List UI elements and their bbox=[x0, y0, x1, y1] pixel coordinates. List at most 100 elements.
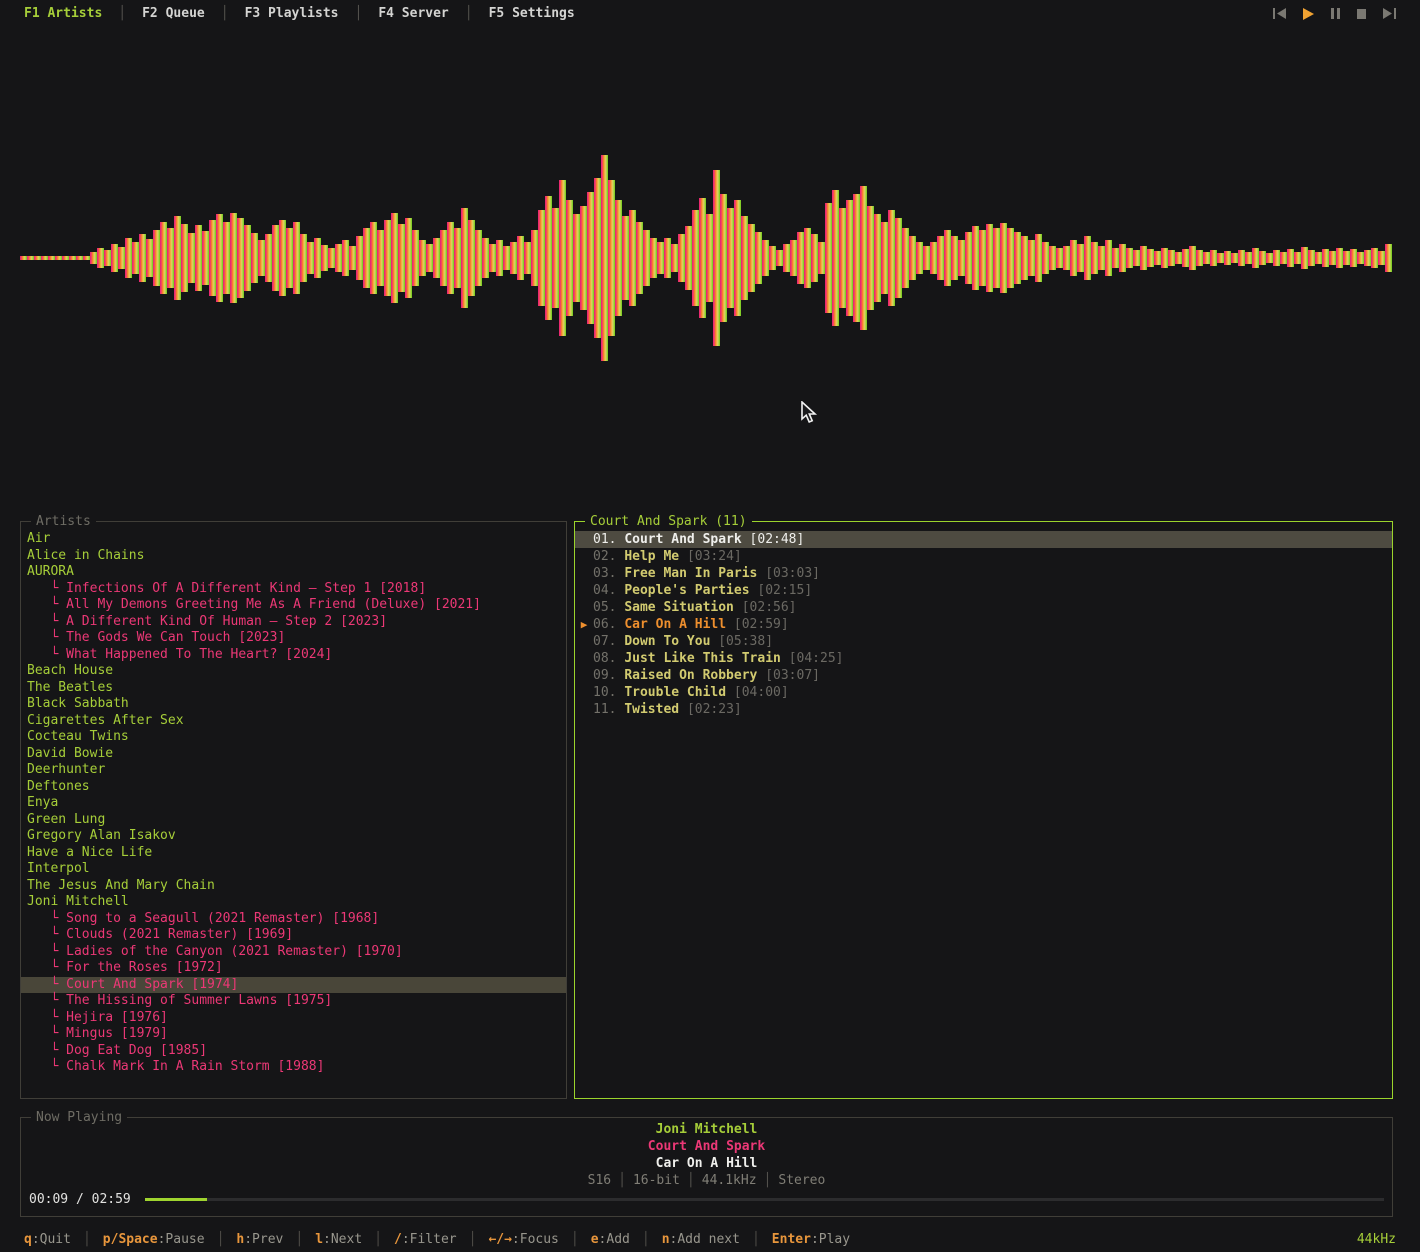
album-label: All My Demons Greeting Me As A Friend (D… bbox=[66, 597, 481, 612]
track-number: 08. bbox=[593, 650, 616, 667]
tab-f3-playlists[interactable]: F3 Playlists bbox=[245, 6, 339, 21]
spacer bbox=[616, 633, 624, 650]
hotkey-action: Next bbox=[331, 1232, 362, 1247]
album-item[interactable]: └ Court And Spark [1974] bbox=[21, 977, 566, 994]
track-row[interactable]: 10. Trouble Child [04:00] bbox=[575, 684, 1392, 701]
artist-item[interactable]: Enya bbox=[21, 795, 566, 812]
album-item[interactable]: └ Hejira [1976] bbox=[21, 1010, 566, 1027]
tab-f1-artists[interactable]: F1 Artists bbox=[24, 6, 102, 21]
artist-item[interactable]: The Jesus And Mary Chain bbox=[21, 878, 566, 895]
marker-spacer bbox=[575, 531, 593, 548]
track-number: 04. bbox=[593, 582, 616, 599]
statusbar-separator: │ bbox=[374, 1232, 382, 1247]
spacer bbox=[616, 667, 624, 684]
album-item[interactable]: └ A Different Kind Of Human – Step 2 [20… bbox=[21, 614, 566, 631]
tab-f2-queue[interactable]: F2 Queue bbox=[142, 6, 205, 21]
artist-item[interactable]: Beach House bbox=[21, 663, 566, 680]
artist-item[interactable]: Air bbox=[21, 531, 566, 548]
hotkey-key: / bbox=[394, 1232, 402, 1247]
mouse-cursor bbox=[800, 401, 818, 425]
artist-item[interactable]: The Beatles bbox=[21, 680, 566, 697]
tree-branch-glyph: └ bbox=[27, 960, 66, 975]
format-separator: │ bbox=[680, 1173, 702, 1188]
album-label: Ladies of the Canyon (2021 Remaster) [19… bbox=[66, 944, 403, 959]
artist-item[interactable]: Joni Mitchell bbox=[21, 894, 566, 911]
track-row[interactable]: 01. Court And Spark [02:48] bbox=[575, 531, 1392, 548]
album-item[interactable]: └ Chalk Mark In A Rain Storm [1988] bbox=[21, 1059, 566, 1076]
artists-panel: Artists AirAlice in ChainsAURORA └ Infec… bbox=[20, 521, 567, 1099]
statusbar-separator: │ bbox=[752, 1232, 760, 1247]
stop-icon[interactable] bbox=[1357, 9, 1366, 19]
tab-f4-server[interactable]: F4 Server bbox=[378, 6, 448, 21]
artist-label: Beach House bbox=[27, 663, 113, 678]
album-label: Hejira [1976] bbox=[66, 1010, 168, 1025]
artist-item[interactable]: Black Sabbath bbox=[21, 696, 566, 713]
hotkey-filter: /:Filter bbox=[394, 1232, 457, 1247]
hotkey-colon: : bbox=[402, 1232, 410, 1247]
now-playing-track: Car On A Hill bbox=[21, 1155, 1392, 1172]
artist-item[interactable]: Green Lung bbox=[21, 812, 566, 829]
track-row[interactable]: 04. People's Parties [02:15] bbox=[575, 582, 1392, 599]
progress-bar[interactable] bbox=[145, 1198, 1384, 1201]
skip-back-icon[interactable] bbox=[1273, 8, 1286, 19]
track-row[interactable]: 02. Help Me [03:24] bbox=[575, 548, 1392, 565]
marker-spacer bbox=[575, 633, 593, 650]
track-row[interactable]: ▶06. Car On A Hill [02:59] bbox=[575, 616, 1392, 633]
track-row[interactable]: 03. Free Man In Paris [03:03] bbox=[575, 565, 1392, 582]
artist-item[interactable]: AURORA bbox=[21, 564, 566, 581]
top-tab-bar: F1 Artists│F2 Queue│F3 Playlists│F4 Serv… bbox=[0, 0, 1420, 27]
album-item[interactable]: └ For the Roses [1972] bbox=[21, 960, 566, 977]
artist-item[interactable]: Have a Nice Life bbox=[21, 845, 566, 862]
hotkey-key: n bbox=[662, 1232, 670, 1247]
tab-f5-settings[interactable]: F5 Settings bbox=[489, 6, 575, 21]
hotkey-action: Filter bbox=[410, 1232, 457, 1247]
track-duration: [03:24] bbox=[687, 548, 742, 565]
spacer bbox=[781, 650, 789, 667]
track-row[interactable]: 09. Raised On Robbery [03:07] bbox=[575, 667, 1392, 684]
play-icon[interactable] bbox=[1303, 8, 1314, 20]
album-item[interactable]: └ Infections Of A Different Kind – Step … bbox=[21, 581, 566, 598]
artist-item[interactable]: Cigarettes After Sex bbox=[21, 713, 566, 730]
tab-separator: │ bbox=[354, 6, 362, 21]
track-number: 02. bbox=[593, 548, 616, 565]
album-item[interactable]: └ Dog Eat Dog [1985] bbox=[21, 1043, 566, 1060]
artist-item[interactable]: Alice in Chains bbox=[21, 548, 566, 565]
artist-item[interactable]: Interpol bbox=[21, 861, 566, 878]
statusbar-separator: │ bbox=[295, 1232, 303, 1247]
album-item[interactable]: └ Song to a Seagull (2021 Remaster) [196… bbox=[21, 911, 566, 928]
artist-item[interactable]: Cocteau Twins bbox=[21, 729, 566, 746]
marker-spacer bbox=[575, 667, 593, 684]
hotkey-action: Add next bbox=[677, 1232, 740, 1247]
artist-label: Black Sabbath bbox=[27, 696, 129, 711]
tree-branch-glyph: └ bbox=[27, 597, 66, 612]
skip-forward-icon[interactable] bbox=[1383, 8, 1396, 19]
hotkey-key: p/Space bbox=[103, 1232, 158, 1247]
album-item[interactable]: └ The Hissing of Summer Lawns [1975] bbox=[21, 993, 566, 1010]
track-row[interactable]: 08. Just Like This Train [04:25] bbox=[575, 650, 1392, 667]
hotkey-add: e:Add bbox=[591, 1232, 630, 1247]
track-row[interactable]: 11. Twisted [02:23] bbox=[575, 701, 1392, 718]
artist-item[interactable]: Deftones bbox=[21, 779, 566, 796]
artist-label: Alice in Chains bbox=[27, 548, 144, 563]
pause-icon[interactable] bbox=[1331, 8, 1340, 19]
tree-branch-glyph: └ bbox=[27, 614, 66, 629]
artist-item[interactable]: Gregory Alan Isakov bbox=[21, 828, 566, 845]
album-item[interactable]: └ Mingus [1979] bbox=[21, 1026, 566, 1043]
artist-label: Have a Nice Life bbox=[27, 845, 152, 860]
artist-item[interactable]: David Bowie bbox=[21, 746, 566, 763]
spacer bbox=[734, 599, 742, 616]
track-row[interactable]: 07. Down To You [05:38] bbox=[575, 633, 1392, 650]
track-row[interactable]: 05. Same Situation [02:56] bbox=[575, 599, 1392, 616]
artist-item[interactable]: Deerhunter bbox=[21, 762, 566, 779]
track-title: Same Situation bbox=[624, 599, 734, 616]
artist-list: AirAlice in ChainsAURORA └ Infections Of… bbox=[21, 531, 566, 1096]
artist-label: Gregory Alan Isakov bbox=[27, 828, 176, 843]
artist-label: Deftones bbox=[27, 779, 90, 794]
album-item[interactable]: └ Ladies of the Canyon (2021 Remaster) [… bbox=[21, 944, 566, 961]
album-item[interactable]: └ Clouds (2021 Remaster) [1969] bbox=[21, 927, 566, 944]
album-item[interactable]: └ All My Demons Greeting Me As A Friend … bbox=[21, 597, 566, 614]
waveform-visualizer bbox=[0, 130, 1420, 390]
album-item[interactable]: └ The Gods We Can Touch [2023] bbox=[21, 630, 566, 647]
album-item[interactable]: └ What Happened To The Heart? [2024] bbox=[21, 647, 566, 664]
artist-label: Deerhunter bbox=[27, 762, 105, 777]
